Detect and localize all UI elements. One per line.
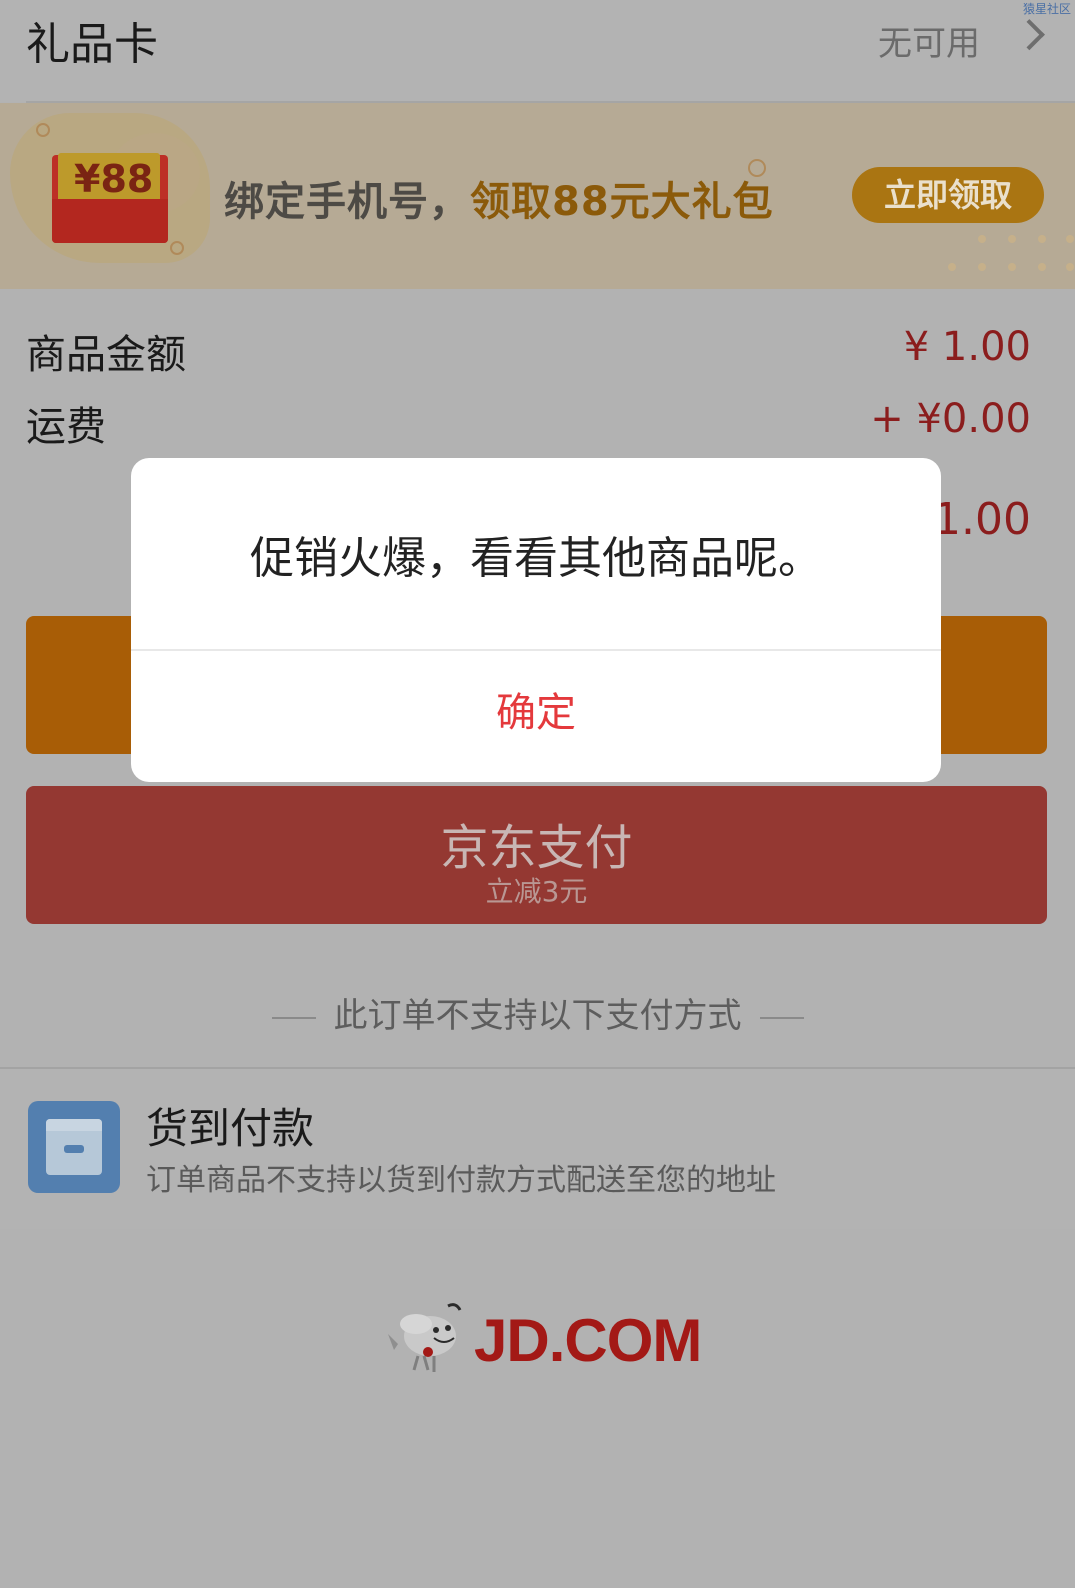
envelope-amount: ¥88 bbox=[74, 157, 154, 201]
divider bbox=[271, 1016, 316, 1019]
confirm-button[interactable]: 确定 bbox=[131, 651, 941, 782]
cash-on-delivery-icon bbox=[28, 1101, 120, 1193]
ring-decoration bbox=[170, 241, 184, 255]
dot-decoration bbox=[1066, 263, 1074, 271]
box-handle bbox=[64, 1145, 84, 1153]
promo-banner[interactable]: ¥88 绑定手机号，领取88元大礼包 立即领取 bbox=[0, 103, 1075, 289]
dot-decoration bbox=[1008, 235, 1016, 243]
dot-decoration bbox=[1066, 235, 1074, 243]
jd-pay-discount: 立减3元 bbox=[485, 875, 588, 908]
goods-amount-label: 商品金额 bbox=[26, 332, 186, 378]
jd-pay-label: 京东支付 bbox=[440, 820, 633, 876]
gift-card-title: 礼品卡 bbox=[26, 19, 158, 70]
divider bbox=[759, 1016, 804, 1019]
shipping-value: + ¥0.00 bbox=[870, 396, 1031, 442]
dot-decoration bbox=[1038, 263, 1046, 271]
unsupported-heading-text: 此订单不支持以下支付方式 bbox=[333, 996, 742, 1036]
jd-pay-button[interactable]: 京东支付 立减3元 bbox=[26, 786, 1047, 924]
box-lid bbox=[46, 1119, 102, 1131]
dot-decoration bbox=[948, 263, 956, 271]
goods-amount-value: ¥ 1.00 bbox=[903, 324, 1031, 370]
cod-option: 货到付款 订单商品不支持以货到付款方式配送至您的地址 bbox=[0, 1069, 1075, 1229]
alert-dialog: 促销火爆，看看其他商品呢。 确定 bbox=[131, 458, 941, 782]
dot-decoration bbox=[978, 263, 986, 271]
ring-decoration bbox=[36, 123, 50, 137]
unsupported-heading: 此订单不支持以下支付方式 bbox=[0, 988, 1075, 1037]
claim-gift-button[interactable]: 立即领取 bbox=[852, 167, 1044, 223]
dialog-message: 促销火爆，看看其他商品呢。 bbox=[250, 533, 822, 584]
shipping-label: 运费 bbox=[26, 404, 106, 450]
cod-title: 货到付款 bbox=[146, 1104, 315, 1153]
banner-text-highlight: 领取88元大礼包 bbox=[470, 179, 774, 225]
cod-description: 订单商品不支持以货到付款方式配送至您的地址 bbox=[146, 1163, 776, 1198]
jd-logo-text: JD.COM bbox=[474, 1307, 702, 1374]
dot-decoration bbox=[1008, 263, 1016, 271]
watermark: 猿星社区 bbox=[1022, 2, 1071, 16]
dot-decoration bbox=[978, 235, 986, 243]
dot-decoration bbox=[1038, 235, 1046, 243]
gift-card-status: 无可用 bbox=[878, 24, 980, 64]
banner-text: 绑定手机号，领取88元大礼包 bbox=[224, 169, 774, 227]
envelope-front bbox=[52, 199, 168, 243]
banner-text-plain: 绑定手机号， bbox=[224, 179, 470, 225]
